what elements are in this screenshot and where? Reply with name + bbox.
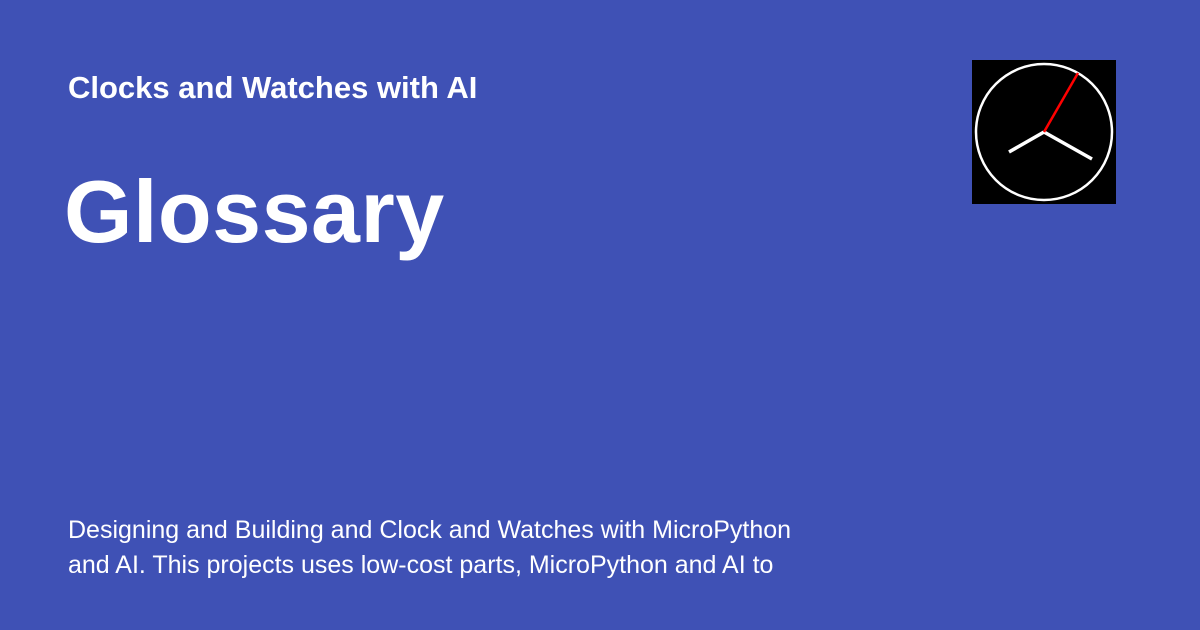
page-description: Designing and Building and Clock and Wat… xyxy=(68,516,792,579)
site-name: Clocks and Watches with AI xyxy=(68,70,478,105)
page-title: Glossary xyxy=(64,162,445,261)
clock-logo xyxy=(972,60,1116,204)
analog-clock-icon xyxy=(972,60,1116,204)
social-card: Clocks and Watches with AI Glossary Desi… xyxy=(0,0,1200,630)
